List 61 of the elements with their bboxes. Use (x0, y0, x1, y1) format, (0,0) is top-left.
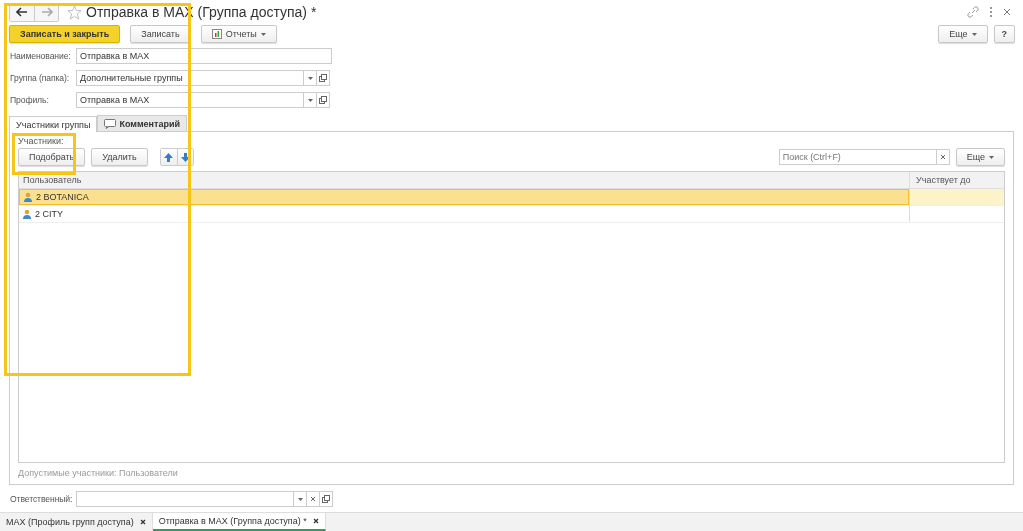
link-icon[interactable] (967, 6, 979, 18)
user-icon (23, 209, 31, 219)
table-row[interactable]: 2 CITY (19, 206, 1004, 223)
field-label: Профиль: (10, 95, 50, 105)
dropdown-button[interactable] (303, 70, 317, 86)
input-field[interactable]: Отправка в MAX (76, 48, 332, 64)
user-name: 2 BOTANICA (36, 192, 89, 202)
star-icon[interactable] (67, 4, 82, 20)
table-row[interactable]: 2 BOTANICA (19, 189, 1004, 206)
caret-icon (989, 155, 994, 159)
down-arrow-icon (180, 152, 190, 162)
column-header: Участвует до (909, 172, 1004, 188)
open-button[interactable] (316, 92, 330, 108)
tab[interactable]: Участники группы (9, 116, 98, 132)
close-icon[interactable] (139, 519, 146, 525)
tab[interactable]: Комментарий (97, 115, 187, 131)
move-up-button[interactable] (160, 149, 177, 165)
clear-icon (939, 154, 946, 160)
clear-icon (310, 496, 316, 502)
open-button[interactable] (316, 70, 330, 86)
user-icon (24, 192, 32, 202)
open-icon (319, 74, 327, 82)
field-label: Наименование: (10, 51, 72, 61)
more-button[interactable]: Еще (955, 148, 1005, 166)
window-tab[interactable]: MAX (Профиль групп доступа) (0, 513, 153, 531)
save-button[interactable]: Записать (130, 25, 191, 43)
dropdown-button[interactable] (303, 92, 317, 108)
report-icon (211, 29, 222, 39)
select-field[interactable]: Отправка в MAX (76, 92, 304, 108)
members-label: Участники: (18, 136, 64, 146)
close-icon[interactable] (312, 518, 319, 524)
help-button[interactable]: ? (993, 25, 1015, 43)
comment-icon (104, 118, 117, 129)
field-label: Ответственный: (10, 494, 74, 504)
window-tab[interactable]: Отправка в MAX (Группа доступа) * (152, 513, 326, 531)
user-name: 2 CITY (35, 209, 63, 219)
select-field[interactable]: Дополнительные группы (76, 70, 304, 86)
reports-button[interactable]: Отчеты (200, 25, 277, 43)
field-label: Группа (папка): (10, 73, 71, 83)
pick-button[interactable]: Подобрать (18, 148, 86, 166)
column-header: Пользователь (22, 174, 83, 187)
open-icon (319, 96, 327, 104)
caret-icon (307, 76, 313, 80)
save-and-close-button[interactable]: Записать и закрыть (9, 25, 121, 43)
allowed-members-note: Допустимые участники: Пользователи (18, 468, 178, 478)
select-field[interactable] (76, 491, 294, 507)
forward-arrow-icon (40, 7, 53, 17)
back-arrow-icon (16, 7, 28, 17)
up-arrow-icon (164, 152, 174, 162)
caret-icon (260, 32, 266, 36)
more-button[interactable]: Еще (938, 25, 988, 43)
caret-icon (971, 32, 977, 36)
open-icon (322, 495, 330, 503)
caret-icon (307, 98, 313, 102)
more-icon[interactable] (989, 6, 993, 18)
delete-button[interactable]: Удалить (91, 148, 148, 166)
clear-button[interactable] (306, 491, 320, 507)
open-button[interactable] (319, 491, 333, 507)
caret-icon (297, 497, 303, 501)
dropdown-button[interactable] (293, 491, 307, 507)
search-field[interactable]: Поиск (Ctrl+F) (778, 149, 937, 165)
